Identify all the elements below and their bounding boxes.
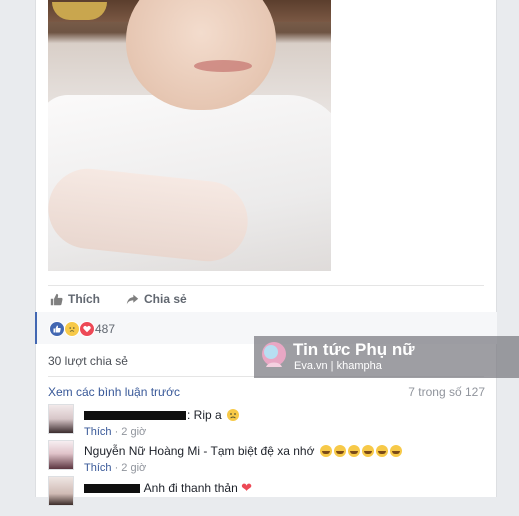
- comment-meta: Thích · 2 giờ: [84, 462, 146, 474]
- crying-laugh-emoji-icon: [347, 445, 360, 457]
- thumbs-up-icon: [50, 293, 63, 305]
- photo-mouth: [194, 60, 252, 72]
- comment-text: : Rip a: [84, 408, 240, 422]
- sad-reaction-icon: [64, 321, 80, 337]
- share-label: Chia sẻ: [144, 292, 187, 306]
- comment-item: Nguyễn Nữ Hoàng Mi - Tạm biệt đệ xa nhớ …: [48, 440, 484, 480]
- comment-body: : Rip a: [187, 408, 222, 422]
- sad-face-emoji-icon: [227, 409, 240, 421]
- like-button[interactable]: Thích: [50, 292, 100, 306]
- crying-laugh-emoji-icon: [375, 445, 388, 457]
- comment-text: Nguyễn Nữ Hoàng Mi - Tạm biệt đệ xa nhớ: [84, 444, 402, 458]
- comment-body: Anh đi thanh thản: [143, 481, 238, 495]
- share-count[interactable]: 30 lượt chia sẻ: [48, 354, 128, 368]
- reaction-count[interactable]: 487: [95, 322, 115, 336]
- love-reaction-icon: [79, 321, 95, 337]
- share-button[interactable]: Chia sẻ: [126, 292, 187, 306]
- redacted-name: [84, 411, 186, 421]
- comment-meta: Thích · 2 giờ: [84, 426, 146, 438]
- view-previous-comments-link[interactable]: Xem các bình luận trước: [48, 385, 180, 399]
- share-arrow-icon: [126, 294, 139, 304]
- crying-laugh-emoji-icon: [333, 445, 346, 457]
- crying-laugh-emoji-icon: [361, 445, 374, 457]
- like-reaction-icon: [49, 321, 65, 337]
- comment-body: Nguyễn Nữ Hoàng Mi - Tạm biệt đệ xa nhớ: [84, 444, 315, 458]
- comment-text: Anh đi thanh thản ❤: [84, 480, 252, 496]
- crying-laugh-emoji-icon: [389, 445, 402, 457]
- post-photo[interactable]: [48, 0, 331, 271]
- comment-pager: 7 trong số 127: [408, 385, 485, 399]
- crying-laugh-emoji-icon: [319, 445, 332, 457]
- comment-like-link[interactable]: Thích: [84, 426, 112, 438]
- reaction-icons[interactable]: [49, 321, 95, 337]
- comment-item: Anh đi thanh thản ❤: [48, 476, 484, 516]
- comment-like-link[interactable]: Thích: [84, 462, 112, 474]
- logo-icon: [262, 342, 286, 367]
- heart-emoji-icon: ❤: [241, 480, 252, 495]
- like-label: Thích: [68, 292, 100, 306]
- watermark-title: Tin tức Phụ nữ: [293, 340, 415, 359]
- watermark-subtitle: Eva.vn | khampha: [294, 360, 382, 372]
- avatar[interactable]: [48, 476, 74, 506]
- comment-time[interactable]: · 2 giờ: [115, 426, 147, 438]
- watermark-overlay: Tin tức Phụ nữ Eva.vn | khampha: [254, 336, 519, 378]
- avatar[interactable]: [48, 404, 74, 434]
- post-actions: Thích Chia sẻ: [48, 285, 484, 313]
- comment-item: : Rip a Thích · 2 giờ: [48, 404, 484, 444]
- comment-time[interactable]: · 2 giờ: [115, 462, 147, 474]
- avatar[interactable]: [48, 440, 74, 470]
- photo-face: [126, 0, 276, 110]
- redacted-name: [84, 484, 140, 494]
